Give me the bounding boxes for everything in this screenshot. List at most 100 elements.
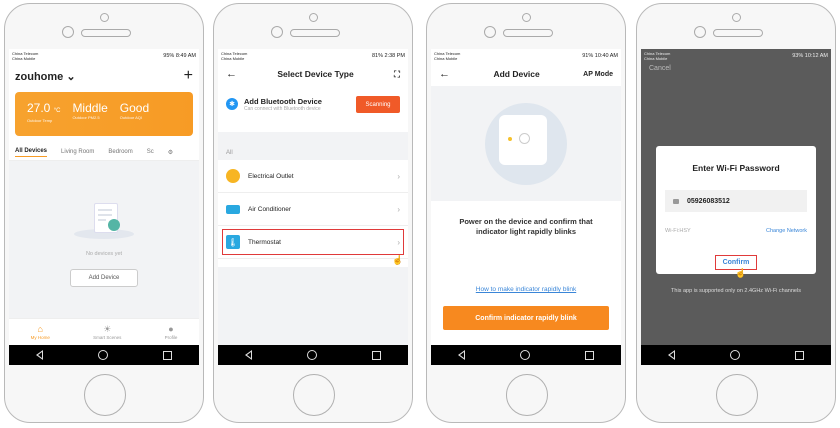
- screen-select-device-type: China Telecom China Mobile 81% 2:38 PM ←…: [218, 49, 408, 365]
- home-button[interactable]: [506, 374, 548, 416]
- page-title: Add Device: [493, 69, 540, 79]
- sun-icon: ☀: [103, 323, 112, 334]
- highlight-box: [222, 229, 404, 255]
- page-title: Select Device Type: [277, 69, 354, 79]
- tab-living-room[interactable]: Living Room: [61, 149, 94, 155]
- carrier-label: China Telecom China Mobile: [12, 50, 39, 61]
- recents-nav-icon[interactable]: [371, 350, 381, 360]
- system-nav-bar: [431, 345, 621, 365]
- home-nav-icon[interactable]: [97, 350, 108, 360]
- speaker-grille: [713, 29, 763, 37]
- back-nav-icon[interactable]: [458, 350, 466, 360]
- add-device-button[interactable]: Add Device: [70, 269, 138, 287]
- speaker-grille: [290, 29, 340, 37]
- outlet-icon: [226, 169, 240, 183]
- back-nav-icon[interactable]: [245, 350, 253, 360]
- tab-bedroom[interactable]: Bedroom: [108, 149, 132, 155]
- chevron-right-icon: ›: [397, 237, 400, 247]
- weather-temp: 27.0 °C Outdoor Temp: [27, 101, 61, 123]
- home-selector[interactable]: zouhome ⌄: [15, 70, 76, 83]
- system-nav-bar: [641, 345, 831, 365]
- status-right: 95% 8:49 AM: [163, 52, 196, 59]
- system-nav-bar: [218, 345, 408, 365]
- status-right: 81% 2:38 PM: [371, 52, 405, 59]
- room-tabs: All Devices Living Room Bedroom Sc ⚙: [9, 144, 199, 161]
- wifi-note: This app is supported only on 2.4GHz Wi-…: [671, 288, 801, 294]
- recents-nav-icon[interactable]: [162, 350, 172, 360]
- indicator-light-icon: [508, 136, 512, 141]
- cancel-link[interactable]: Cancel: [641, 62, 831, 75]
- scan-qr-icon[interactable]: ⛶: [394, 69, 400, 80]
- home-title: zouhome: [15, 70, 64, 83]
- recents-nav-icon[interactable]: [584, 350, 594, 360]
- chevron-right-icon: ›: [397, 204, 400, 214]
- recents-nav-icon[interactable]: [794, 350, 804, 360]
- screen-wifi-password: China Telecom China Mobile 93% 10:12 AM …: [641, 49, 831, 365]
- home-button[interactable]: [293, 374, 335, 416]
- back-arrow-icon[interactable]: ←: [226, 68, 237, 80]
- ap-mode-link[interactable]: AP Mode: [583, 71, 613, 78]
- home-nav-icon[interactable]: [306, 350, 317, 360]
- sensor-icon: [522, 13, 531, 22]
- bottom-nav: ⌂ My Home ☀ Smart Scenes ● Profile: [9, 318, 199, 345]
- device-type-thermostat[interactable]: 🌡 Thermostat ›: [218, 226, 408, 259]
- device-list-empty: No devices yet Add Device: [9, 161, 199, 338]
- sensor-icon: [100, 13, 109, 22]
- bluetooth-icon: ✱: [226, 98, 238, 110]
- password-field[interactable]: 05926083512: [665, 190, 807, 212]
- scanning-button[interactable]: Scanning: [356, 96, 400, 113]
- screen-add-device: China Telecom China Mobile 91% 10:40 AM …: [431, 49, 621, 365]
- confirm-blink-button[interactable]: Confirm indicator rapidly blink: [443, 306, 609, 330]
- phone-frame-2: China Telecom China Mobile 81% 2:38 PM ←…: [213, 3, 413, 423]
- sensor-icon: [309, 13, 318, 22]
- speaker-grille: [81, 29, 131, 37]
- status-bar: China Telecom China Mobile 81% 2:38 PM: [218, 49, 408, 62]
- bluetooth-subtitle: Can connect with Bluetooth device: [244, 105, 321, 112]
- section-label: All: [218, 144, 408, 160]
- back-arrow-icon[interactable]: ←: [439, 68, 450, 80]
- chevron-down-icon: ⌄: [66, 70, 76, 83]
- camera-icon: [694, 26, 706, 38]
- home-button[interactable]: [84, 374, 126, 416]
- add-icon[interactable]: +: [184, 67, 193, 85]
- weather-card: 27.0 °C Outdoor Temp Middle Outdoor PM2.…: [15, 92, 193, 136]
- tab-scenes[interactable]: Sc: [147, 149, 154, 155]
- tab-all-devices[interactable]: All Devices: [15, 148, 48, 157]
- phone-frame-1: China Telecom China Mobile 95% 8:49 AM z…: [4, 3, 204, 423]
- bluetooth-title: Add Bluetooth Device: [244, 96, 322, 106]
- device-type-outlet[interactable]: Electrical Outlet ›: [218, 160, 408, 193]
- nav-my-home[interactable]: ⌂ My Home: [31, 324, 50, 340]
- status-bar: China Telecom China Mobile 95% 8:49 AM: [9, 49, 199, 62]
- weather-pm25: Middle Outdoor PM2.5: [72, 101, 108, 120]
- wifi-password-dialog: Enter Wi-Fi Password 05926083512 Wi-Fi:H…: [656, 146, 816, 274]
- bluetooth-row[interactable]: ✱ Add Bluetooth Device Can connect with …: [218, 86, 408, 122]
- camera-icon: [484, 26, 496, 38]
- home-nav-icon[interactable]: [729, 350, 740, 360]
- device-illustration: [431, 86, 621, 201]
- chevron-right-icon: ›: [397, 171, 400, 181]
- system-nav-bar: [9, 345, 199, 365]
- instruction-text: Power on the device and confirm that ind…: [459, 217, 593, 236]
- change-network-link[interactable]: Change Network: [766, 228, 807, 234]
- how-to-blink-link[interactable]: How to make indicator rapidly blink: [431, 286, 621, 293]
- status-bar: China Telecom China Mobile 91% 10:40 AM: [431, 49, 621, 62]
- divider: [218, 132, 408, 144]
- status-bar: China Telecom China Mobile 93% 10:12 AM: [641, 49, 831, 62]
- home-button[interactable]: [716, 374, 758, 416]
- hand-cursor-icon: ☝: [735, 268, 747, 278]
- phone-frame-4: China Telecom China Mobile 93% 10:12 AM …: [636, 3, 836, 423]
- status-right: 93% 10:12 AM: [792, 52, 828, 59]
- dialog-title: Enter Wi-Fi Password: [692, 163, 780, 173]
- sensor-icon: [732, 13, 741, 22]
- carrier-label: China Telecom China Mobile: [644, 50, 671, 61]
- home-nav-icon[interactable]: [519, 350, 530, 360]
- hand-cursor-icon: ☝: [392, 255, 404, 265]
- nav-profile[interactable]: ● Profile: [165, 324, 178, 340]
- device-type-air-conditioner[interactable]: Air Conditioner ›: [218, 193, 408, 226]
- air-conditioner-icon: [226, 204, 240, 214]
- back-nav-icon[interactable]: [36, 350, 44, 360]
- settings-icon[interactable]: ⚙: [168, 149, 173, 156]
- back-nav-icon[interactable]: [668, 350, 676, 360]
- screen-my-home: China Telecom China Mobile 95% 8:49 AM z…: [9, 49, 199, 365]
- nav-smart-scenes[interactable]: ☀ Smart Scenes: [93, 323, 121, 340]
